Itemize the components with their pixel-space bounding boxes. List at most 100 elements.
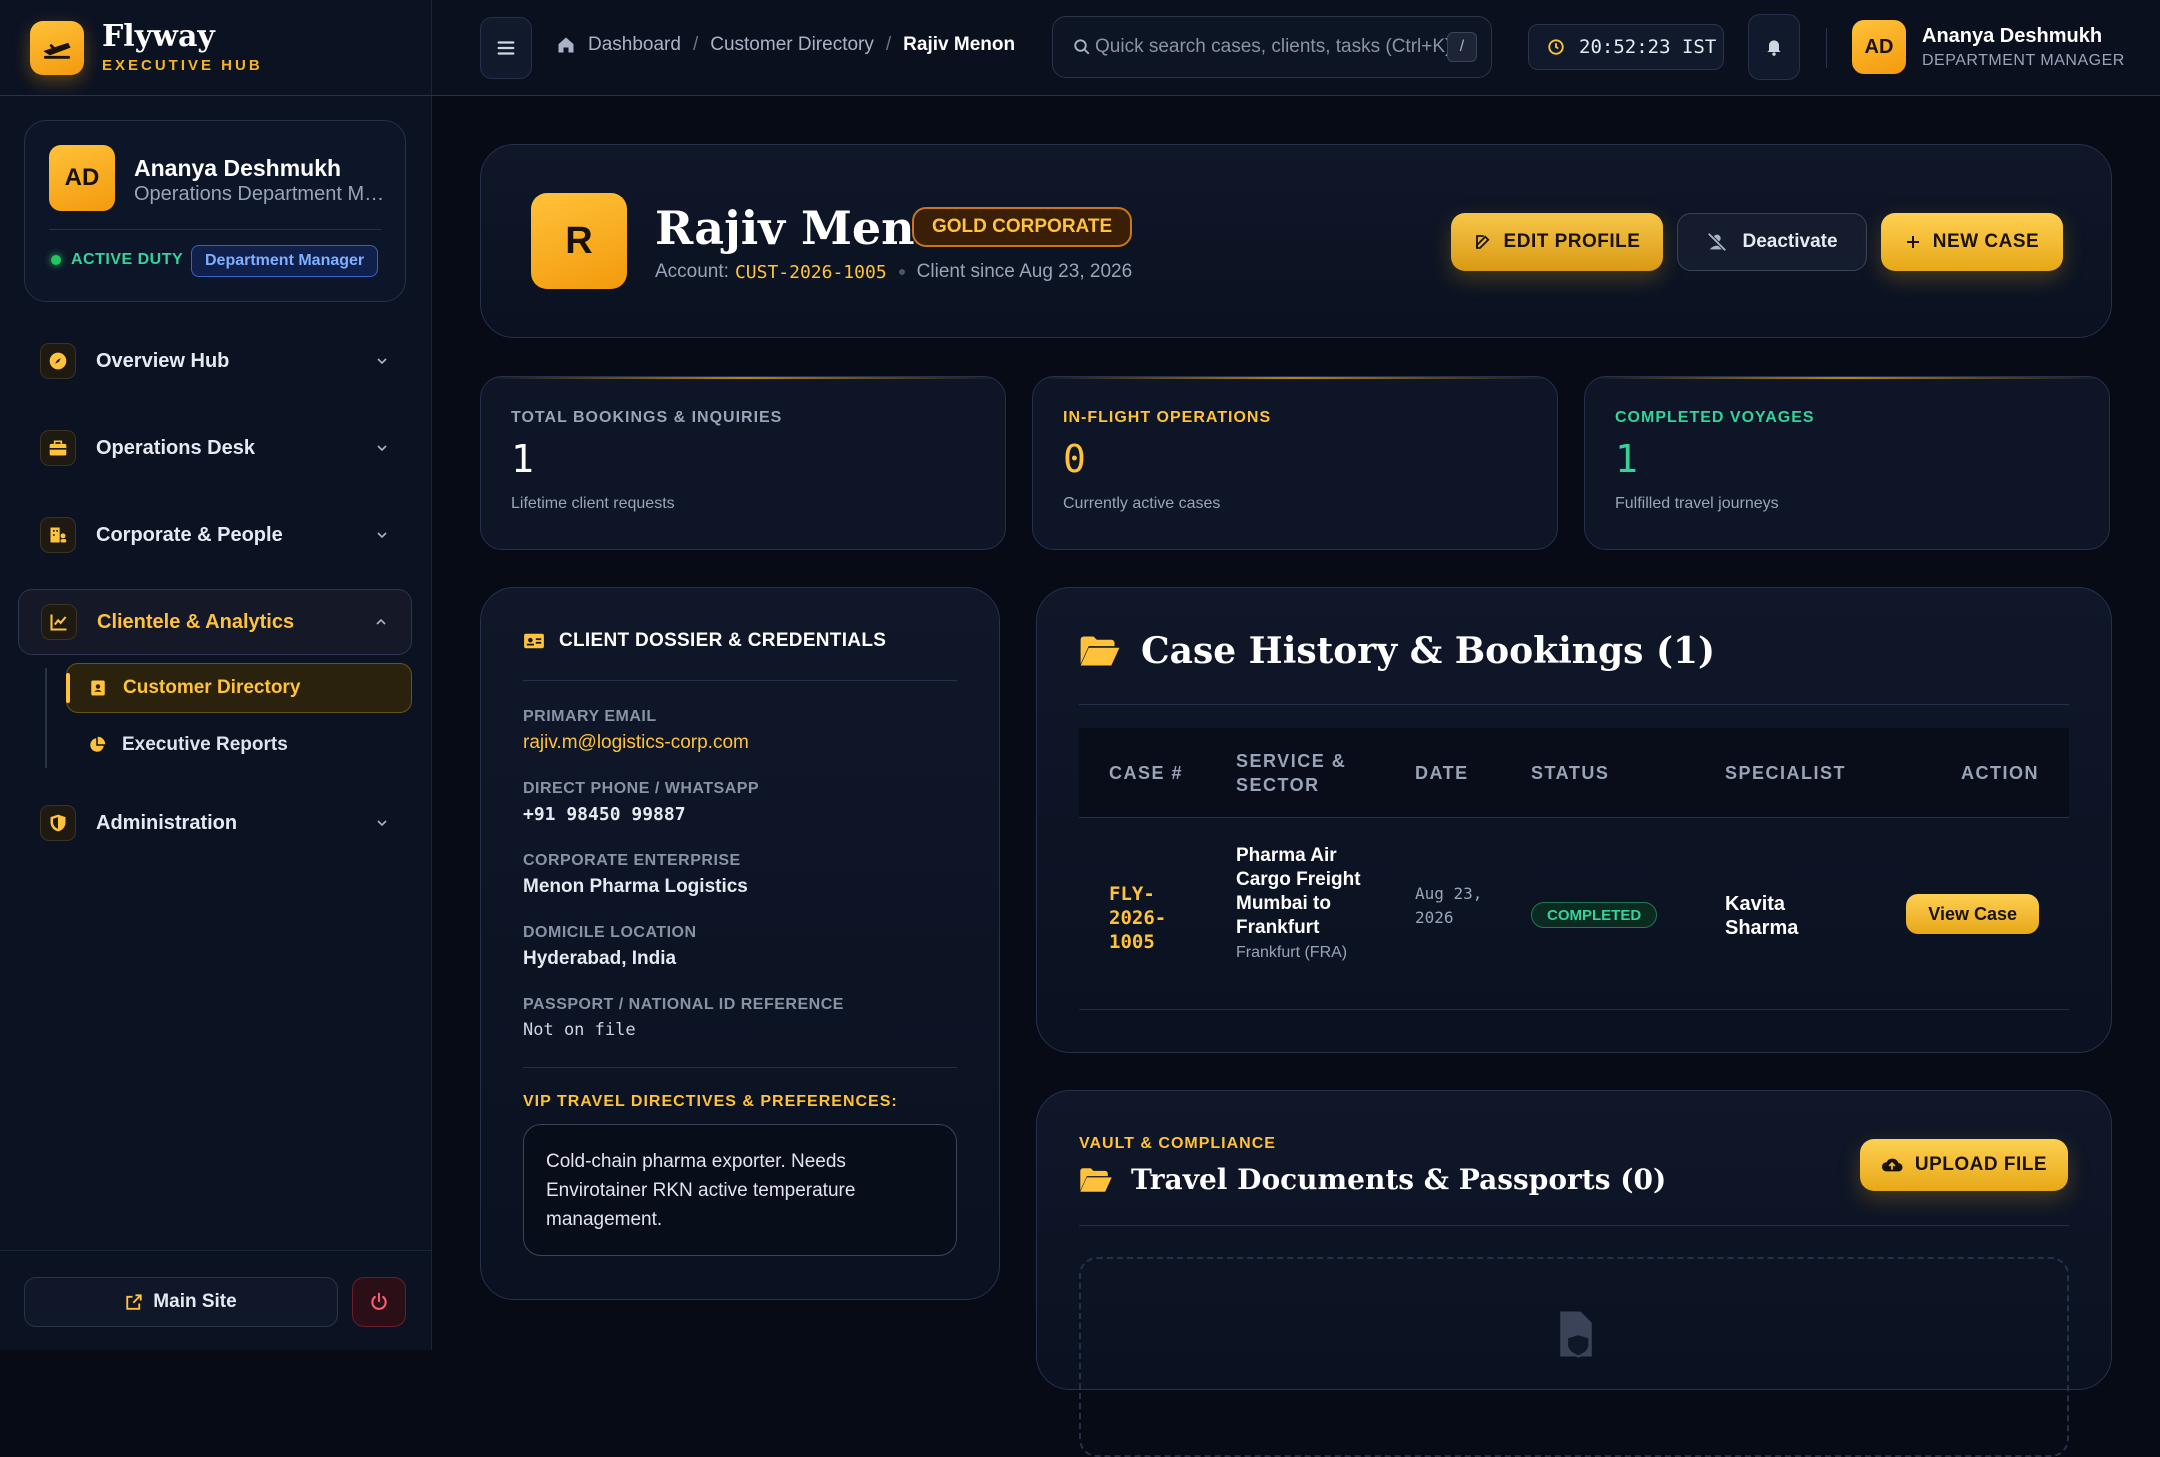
enterprise-label: CORPORATE ENTERPRISE [523, 852, 741, 869]
edit-profile-button[interactable]: EDIT PROFILE [1451, 213, 1663, 271]
column-header-service: SERVICE & SECTOR [1236, 751, 1347, 795]
stat-caption: Fulfilled travel journeys [1615, 495, 1779, 512]
tier-badge: GOLD CORPORATE [912, 207, 1133, 247]
folder-open-icon [1080, 1167, 1112, 1192]
vip-directives-text: Cold-chain pharma exporter. Needs Enviro… [523, 1124, 957, 1256]
chevron-up-icon [376, 618, 386, 625]
menu-toggle-button[interactable] [480, 17, 532, 79]
client-dossier-card: CLIENT DOSSIER & CREDENTIALS PRIMARY EMA… [480, 587, 1000, 1300]
service-sector: Frankfurt (FRA) [1236, 944, 1348, 961]
sidebar-item-label: Clientele & Analytics [97, 610, 295, 633]
divider [523, 680, 957, 681]
subitem-label: Customer Directory [123, 677, 301, 698]
email-label: PRIMARY EMAIL [523, 708, 657, 725]
sidebar-item-administration[interactable]: Administration [18, 790, 412, 856]
column-header-status: STATUS [1531, 763, 1610, 783]
document-dropzone[interactable] [1079, 1257, 2069, 1457]
service-name: Pharma Air Cargo Freight Mumbai to Frank… [1236, 845, 1361, 938]
bullet-separator [898, 269, 905, 275]
deactivate-button[interactable]: Deactivate [1677, 213, 1867, 271]
case-number[interactable]: FLY-2026-1005 [1109, 882, 1209, 954]
user-role: DEPARTMENT MANAGER [1922, 51, 2125, 69]
duty-label: ACTIVE DUTY [71, 251, 184, 268]
client-header-card: R Rajiv Menon GOLD CORPORATE Account: CU… [480, 144, 2112, 338]
column-header-case: CASE # [1109, 763, 1184, 783]
status-dot-icon [51, 255, 61, 265]
location-label: DOMICILE LOCATION [523, 924, 697, 941]
specialist-name: Kavita Sharma [1725, 893, 1799, 939]
user-menu[interactable]: AD Ananya Deshmukh DEPARTMENT MANAGER [1852, 20, 2125, 74]
hamburger-icon [497, 41, 515, 55]
location-value: Hyderabad, India [523, 948, 677, 969]
brand-tagline: EXECUTIVE HUB [102, 57, 263, 74]
breadcrumb-current: Rajiv Menon [903, 34, 1016, 55]
stat-card-completed: COMPLETED VOYAGES 1 Fulfilled travel jou… [1584, 376, 2110, 550]
sidebar-item-label: Administration [96, 811, 238, 834]
id-card-icon [524, 633, 544, 649]
account-label: Account: [655, 261, 729, 282]
breadcrumb-customer-directory[interactable]: Customer Directory [710, 34, 874, 56]
contact-card-icon [91, 680, 105, 696]
profile-role: Operations Department Manager [134, 183, 394, 205]
chevron-down-icon [377, 532, 387, 539]
role-badge: Department Manager [191, 245, 379, 277]
sidebar-item-label: Corporate & People [96, 523, 283, 546]
sidebar-subitem-executive-reports[interactable]: Executive Reports [66, 720, 412, 770]
brand-name: Flyway [102, 19, 215, 54]
status-badge: COMPLETED [1531, 902, 1658, 928]
main-site-button[interactable]: Main Site [24, 1277, 338, 1327]
breadcrumb-dashboard[interactable]: Dashboard [588, 34, 681, 56]
case-history-title: Case History & Bookings (1) [1141, 630, 1716, 672]
chevron-down-icon [377, 358, 387, 365]
compass-icon [40, 343, 76, 379]
clock-icon [1548, 39, 1564, 55]
sidebar-subitem-customer-directory[interactable]: Customer Directory [66, 663, 412, 713]
stat-caption: Lifetime client requests [511, 495, 675, 512]
upload-file-label: UPLOAD FILE [1914, 1154, 2048, 1175]
main-site-label: Main Site [153, 1291, 237, 1312]
new-case-button[interactable]: NEW CASE [1881, 213, 2063, 271]
sidebar-item-corporate-people[interactable]: Corporate & People [18, 502, 412, 568]
search-input[interactable]: Quick search cases, clients, tasks (Ctrl… [1052, 16, 1492, 78]
plus-icon [1906, 236, 1919, 248]
new-case-label: NEW CASE [1932, 231, 2040, 252]
breadcrumb: Dashboard / Customer Directory / Rajiv M… [556, 34, 1015, 56]
client-meta: Account: CUST-2026-1005 Client since Aug… [655, 261, 1132, 283]
sidebar-item-operations-desk[interactable]: Operations Desk [18, 415, 412, 481]
vault-title: Travel Documents & Passports (0) [1131, 1163, 1667, 1196]
sidebar-item-clientele-analytics[interactable]: Clientele & Analytics [18, 589, 412, 655]
client-avatar: R [531, 193, 627, 289]
passport-value: Not on file [523, 1020, 636, 1040]
stat-value: 1 [511, 437, 534, 481]
logout-button[interactable] [352, 1277, 406, 1327]
divider [49, 229, 381, 230]
chart-line-icon [41, 604, 77, 640]
column-header-date: DATE [1415, 763, 1469, 783]
user-slash-icon [1707, 232, 1728, 252]
upload-file-button[interactable]: UPLOAD FILE [1860, 1139, 2068, 1191]
deactivate-label: Deactivate [1742, 231, 1838, 252]
search-icon [1074, 39, 1090, 55]
phone-value: +91 98450 99887 [523, 804, 686, 825]
briefcase-icon [40, 430, 76, 466]
status-cell: COMPLETED [1531, 902, 1658, 928]
sidebar-item-overview-hub[interactable]: Overview Hub [18, 328, 412, 394]
stat-label: TOTAL BOOKINGS & INQUIRIES [511, 409, 783, 426]
notifications-button[interactable] [1748, 14, 1800, 80]
plane-logo-icon[interactable] [30, 20, 84, 75]
table-row[interactable]: FLY-2026-1005 Pharma Air Cargo Freight M… [1079, 820, 2069, 1010]
stat-caption: Currently active cases [1063, 495, 1221, 512]
vault-eyebrow: VAULT & COMPLIANCE [1079, 1135, 1276, 1152]
home-icon[interactable] [556, 35, 576, 55]
folder-open-icon [1080, 636, 1120, 666]
chevron-down-icon [377, 820, 387, 827]
sidebar: Flyway EXECUTIVE HUB AD Ananya Deshmukh … [0, 0, 432, 1350]
breadcrumb-separator: / [885, 34, 892, 55]
divider [1079, 704, 2069, 705]
view-case-button[interactable]: View Case [1906, 894, 2039, 934]
shield-icon [40, 805, 76, 841]
email-value[interactable]: rajiv.m@logistics-corp.com [523, 732, 749, 754]
divider [1826, 28, 1827, 68]
external-link-icon [126, 1294, 142, 1310]
pie-chart-icon [90, 736, 106, 752]
